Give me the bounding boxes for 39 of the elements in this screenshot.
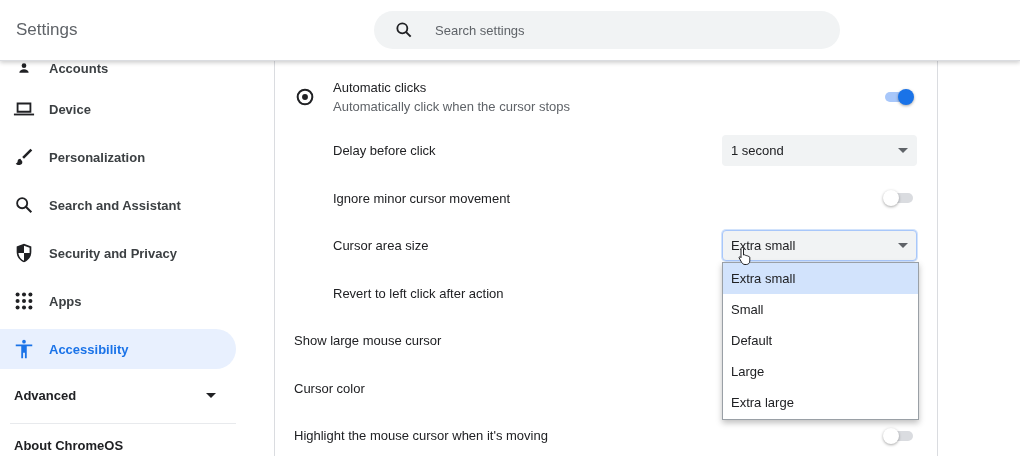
app-title: Settings [16,20,79,40]
search-icon [394,20,414,40]
grid-icon [13,290,35,312]
setting-label: Cursor color [294,380,365,396]
toggle-switch[interactable] [883,88,915,106]
search-field[interactable]: Search settings [374,11,840,49]
toggle-switch[interactable] [883,426,915,445]
dropdown-option[interactable]: Small [723,294,918,326]
sidebar-item[interactable]: Accessibility [0,329,236,369]
setting-label: Ignore minor cursor movement [333,190,510,206]
target-icon [294,86,316,108]
setting-description: Automatically click when the cursor stops [333,99,570,114]
sidebar-item[interactable]: Personalization [0,133,236,181]
dropdown-option[interactable]: Default [723,325,918,357]
sidebar-item[interactable]: Search and Assistant [0,181,236,229]
caret-icon [206,392,216,398]
setting-label: Cursor area size [333,238,429,254]
setting-label: Highlight the mouse cursor when it's moving [294,428,548,444]
setting-label: Automatic clicks [333,80,427,95]
sidebar-item[interactable]: Accounts [0,61,236,85]
sidebar-item[interactable]: About ChromeOS [0,438,236,453]
setting-label: Show large mouse cursor [294,333,442,349]
sidebar-item[interactable]: Device [0,85,236,133]
dropdown[interactable]: Extra small [722,230,917,262]
brush-icon [13,146,35,168]
advanced-section[interactable]: Advanced [0,375,236,415]
dropdown[interactable]: 1 second [722,135,917,167]
setting-label: Delay before click [333,143,436,159]
setting-label: Revert to left click after action [333,285,504,301]
dropdown-option[interactable]: Extra large [723,387,918,419]
caret-icon [898,148,908,154]
accessibility-icon [13,338,35,360]
toggle-switch[interactable] [883,189,915,208]
caret-icon [898,243,908,249]
search-icon [13,194,35,216]
sidebar-item[interactable]: Security and Privacy [0,229,236,277]
dropdown-option[interactable]: Extra small [723,263,918,295]
dropdown-option[interactable]: Large [723,356,918,388]
sidebar-item[interactable]: Apps [0,277,236,325]
